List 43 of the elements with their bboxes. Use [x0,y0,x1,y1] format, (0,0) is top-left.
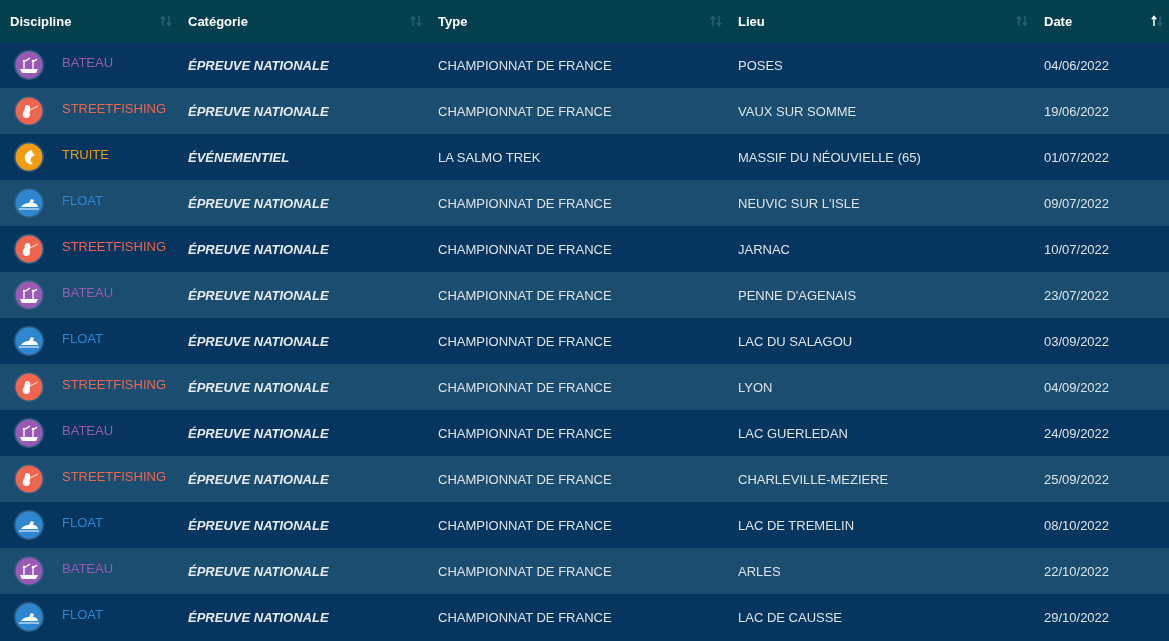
table-cell: LYON [728,364,1034,410]
discipline-label: FLOAT [62,514,103,530]
table-cell: 09/07/2022 [1034,180,1169,226]
table-cell: 22/10/2022 [1034,548,1169,594]
table-cell: CHAMPIONNAT DE FRANCE [428,180,728,226]
table-cell: NEUVIC SUR L'ISLE [728,180,1034,226]
table-cell: ÉPREUVE NATIONALE [178,180,428,226]
table-cell: CHAMPIONNAT DE FRANCE [428,548,728,594]
table-cell: CHAMPIONNAT DE FRANCE [428,456,728,502]
column-header[interactable]: Lieu [728,0,1034,42]
discipline-label: FLOAT [62,192,103,208]
table-cell: CHARLEVILLE-MEZIERE [728,456,1034,502]
discipline-label: STREETFISHING [62,376,166,392]
discipline-label: BATEAU [62,284,114,300]
table-cell: 04/09/2022 [1034,364,1169,410]
discipline-label: FLOAT [62,330,103,346]
discipline-label: BATEAU [62,422,114,438]
table-cell: ÉPREUVE NATIONALE [178,364,428,410]
table-cell: PENNE D'AGENAIS [728,272,1034,318]
column-header[interactable]: Date [1034,0,1169,42]
table-cell: 25/09/2022 [1034,456,1169,502]
discipline-label: STREETFISHING [62,238,166,254]
table-cell: ARLES [728,548,1034,594]
discipline-label: STREETFISHING [62,100,166,116]
sort-icon[interactable] [1151,15,1163,27]
table-cell: ÉPREUVE NATIONALE [178,88,428,134]
discipline-label: FLOAT [62,606,103,622]
discipline-label: BATEAU [62,54,114,70]
table-cell: CHAMPIONNAT DE FRANCE [428,272,728,318]
discipline-label: STREETFISHING [62,468,166,484]
table-cell: CHAMPIONNAT DE FRANCE [428,88,728,134]
table-cell: 19/06/2022 [1034,88,1169,134]
table-cell: ÉPREUVE NATIONALE [178,548,428,594]
column-header[interactable]: Discipline [0,0,178,42]
table-cell: CHAMPIONNAT DE FRANCE [428,364,728,410]
discipline-label: TRUITE [62,146,109,162]
column-header[interactable]: Catégorie [178,0,428,42]
table-cell: 23/07/2022 [1034,272,1169,318]
discipline-label: BATEAU [62,560,114,576]
table-cell: ÉPREUVE NATIONALE [178,272,428,318]
column-header[interactable]: Type [428,0,728,42]
table-cell: VAUX SUR SOMME [728,88,1034,134]
table-cell: ÉPREUVE NATIONALE [178,456,428,502]
